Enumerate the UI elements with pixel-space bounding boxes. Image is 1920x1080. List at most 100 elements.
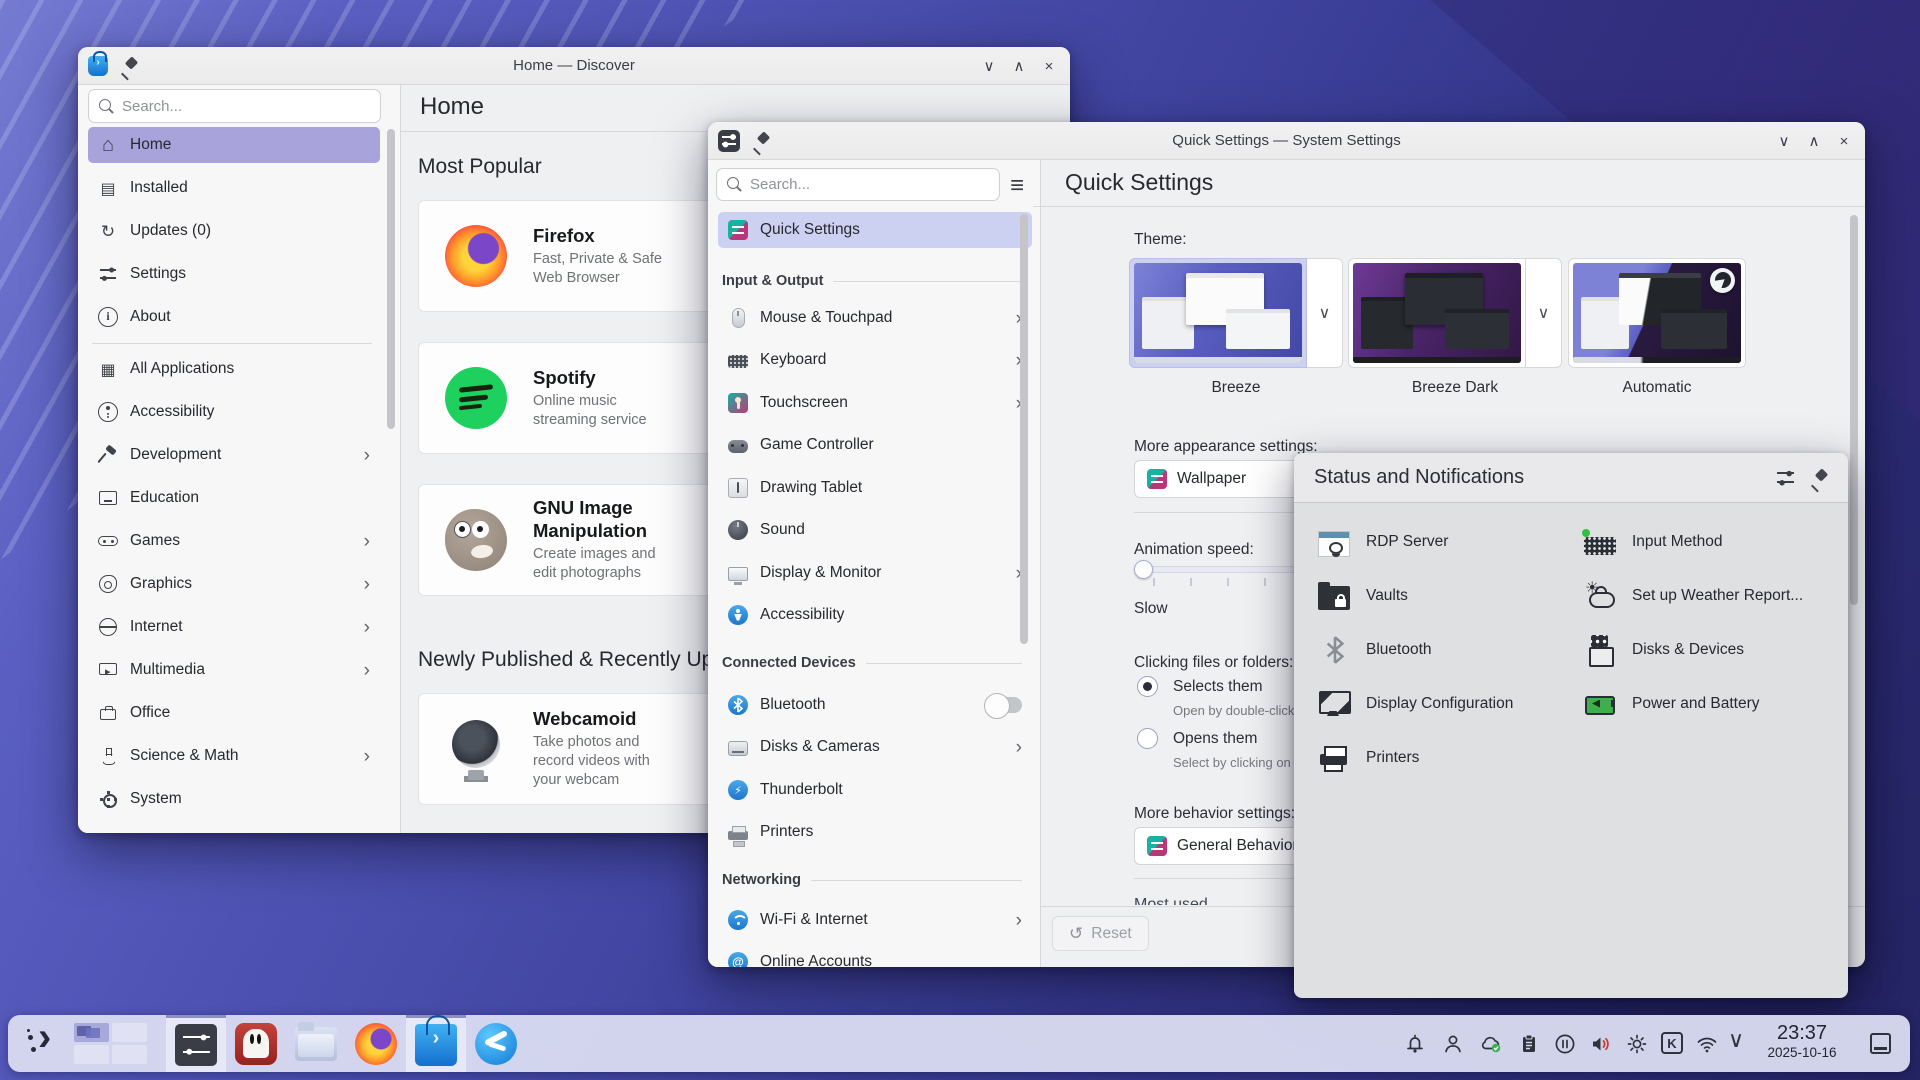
theme-option-breeze-dark[interactable]: ∨ <box>1348 258 1562 368</box>
app-launcher-button[interactable] <box>22 1023 66 1064</box>
task-file-manager[interactable] <box>286 1015 346 1072</box>
close-icon[interactable]: × <box>1829 133 1859 150</box>
mouse-icon <box>732 308 745 328</box>
sidebar-item-touchscreen[interactable]: Touchscreen <box>718 385 1032 421</box>
task-firefox[interactable] <box>346 1015 406 1072</box>
theme-option-breeze[interactable]: ∨ <box>1129 258 1343 368</box>
media-pause-icon[interactable] <box>1553 1032 1577 1056</box>
sidebar-item-games[interactable]: Games <box>88 523 380 559</box>
theme-dropdown-button[interactable]: ∨ <box>1307 258 1343 368</box>
sidebar-item-education[interactable]: Education <box>88 480 380 516</box>
tray-expand-chevron-icon[interactable]: ∨ <box>1724 1029 1748 1053</box>
content-scrollbar[interactable] <box>1850 215 1858 605</box>
maximize-icon[interactable]: ∧ <box>1799 132 1829 150</box>
sidebar-item-updates[interactable]: Updates (0) <box>88 213 380 249</box>
sidebar-item-about[interactable]: About <box>88 299 380 335</box>
volume-icon[interactable] <box>1589 1032 1613 1056</box>
task-falkon[interactable] <box>466 1015 526 1072</box>
user-icon[interactable] <box>1441 1032 1465 1056</box>
task-discover[interactable] <box>406 1015 466 1072</box>
bluetooth-toggle[interactable] <box>986 697 1022 713</box>
sidebar-item-mouse-touchpad[interactable]: Mouse & Touchpad <box>718 300 1032 336</box>
sidebar-item-accessibility[interactable]: Accessibility <box>88 394 380 430</box>
sidebar-scrollbar[interactable] <box>387 129 395 429</box>
pager-desktop-4[interactable] <box>112 1045 147 1064</box>
sidebar-item-online-accounts[interactable]: Online Accounts <box>718 944 1032 967</box>
popup-item-disks-devices[interactable]: Disks & Devices <box>1584 628 1744 672</box>
close-icon[interactable]: × <box>1034 58 1064 75</box>
popup-item-bluetooth[interactable]: Bluetooth <box>1318 628 1432 672</box>
sidebar-item-office[interactable]: Office <box>88 695 380 731</box>
sidebar-item-keyboard[interactable]: Keyboard <box>718 342 1032 378</box>
sidebar-item-wifi-internet[interactable]: Wi-Fi & Internet <box>718 902 1032 938</box>
show-desktop-button[interactable] <box>1870 1033 1891 1054</box>
sidebar-item-thunderbolt[interactable]: Thunderbolt <box>718 772 1032 808</box>
radio-opens-them[interactable] <box>1137 728 1158 749</box>
discover-titlebar[interactable]: Home — Discover ∨ ∧ × <box>78 47 1070 85</box>
settings-titlebar[interactable]: Quick Settings — System Settings ∨ ∧ × <box>708 122 1865 160</box>
sidebar-item-drawing-tablet[interactable]: Drawing Tablet <box>718 470 1032 506</box>
sidebar-item-accessibility[interactable]: Accessibility <box>718 597 1032 633</box>
slider-handle[interactable] <box>1134 560 1153 579</box>
clipboard-icon[interactable] <box>1517 1032 1541 1056</box>
sidebar-item-quick-settings[interactable]: Quick Settings <box>718 212 1032 248</box>
sidebar-item-science-math[interactable]: Science & Math <box>88 738 380 774</box>
theme-dropdown-button[interactable]: ∨ <box>1526 258 1562 368</box>
minimize-icon[interactable]: ∨ <box>974 57 1004 75</box>
popup-item-vaults[interactable]: Vaults <box>1318 574 1408 618</box>
sidebar-item-home[interactable]: Home <box>88 127 380 163</box>
wifi-icon[interactable] <box>1695 1032 1719 1056</box>
radio-selects-them[interactable] <box>1137 676 1158 697</box>
chevron-right-icon <box>364 661 370 680</box>
discover-search[interactable] <box>88 89 381 123</box>
section-header-networking: Networking <box>722 869 1022 891</box>
sidebar-item-display-monitor[interactable]: Display & Monitor <box>718 555 1032 591</box>
status-notifications-popup: Status and Notifications RDP Server Vaul… <box>1294 453 1848 998</box>
configure-icon[interactable] <box>1776 468 1796 488</box>
pager-desktop-1[interactable] <box>74 1023 109 1042</box>
sidebar-item-development[interactable]: Development <box>88 437 380 473</box>
sidebar-item-multimedia[interactable]: Multimedia <box>88 652 380 688</box>
pin-icon[interactable] <box>752 132 770 150</box>
sidebar-item-graphics[interactable]: Graphics <box>88 566 380 602</box>
kate-icon[interactable]: K <box>1661 1032 1683 1054</box>
notifications-bell-icon[interactable] <box>1403 1032 1427 1056</box>
minimize-icon[interactable]: ∨ <box>1769 132 1799 150</box>
search-input[interactable] <box>122 98 370 115</box>
task-system-settings[interactable] <box>166 1015 226 1072</box>
cloud-sync-icon[interactable] <box>1479 1032 1503 1056</box>
pin-icon[interactable] <box>120 57 138 75</box>
sidebar-item-all-applications[interactable]: All Applications <box>88 351 380 387</box>
sidebar-scrollbar[interactable] <box>1020 214 1028 644</box>
pager-desktop-2[interactable] <box>112 1023 147 1042</box>
sidebar-item-sound[interactable]: Sound <box>718 512 1032 548</box>
sidebar-item-disks-cameras[interactable]: Disks & Cameras <box>718 729 1032 765</box>
keyboard-icon <box>728 355 748 368</box>
sidebar-item-installed[interactable]: Installed <box>88 170 380 206</box>
sidebar-item-system[interactable]: System <box>88 781 380 817</box>
theme-option-automatic[interactable] <box>1568 258 1746 368</box>
section-title-most-popular: Most Popular <box>418 155 542 179</box>
popup-item-printers[interactable]: Printers <box>1318 736 1419 780</box>
popup-item-display-configuration[interactable]: Display Configuration <box>1318 682 1513 726</box>
maximize-icon[interactable]: ∧ <box>1004 57 1034 75</box>
sidebar-item-game-controller[interactable]: Game Controller <box>718 427 1032 463</box>
pager-desktop-3[interactable] <box>74 1045 109 1064</box>
popup-item-rdp-server[interactable]: RDP Server <box>1318 520 1448 564</box>
pin-icon[interactable] <box>1810 469 1828 487</box>
search-input[interactable] <box>750 176 989 193</box>
settings-search[interactable] <box>716 168 1000 201</box>
sidebar-item-printers[interactable]: Printers <box>718 814 1032 850</box>
task-ghostwriter[interactable] <box>226 1015 286 1072</box>
popup-item-weather-report[interactable]: Set up Weather Report... <box>1584 574 1803 618</box>
popup-item-input-method[interactable]: Input Method <box>1584 520 1722 564</box>
sidebar-item-internet[interactable]: Internet <box>88 609 380 645</box>
hamburger-menu-icon[interactable] <box>1010 172 1024 200</box>
digital-clock[interactable]: 23:37 2025-10-16 <box>1750 1021 1854 1060</box>
virtual-desktop-pager[interactable] <box>74 1023 147 1064</box>
popup-item-power-battery[interactable]: Power and Battery <box>1584 682 1760 726</box>
brightness-icon[interactable] <box>1625 1032 1649 1056</box>
sidebar-item-bluetooth[interactable]: Bluetooth <box>718 687 1032 723</box>
reset-button[interactable]: Reset <box>1052 916 1149 951</box>
sidebar-item-settings[interactable]: Settings <box>88 256 380 292</box>
